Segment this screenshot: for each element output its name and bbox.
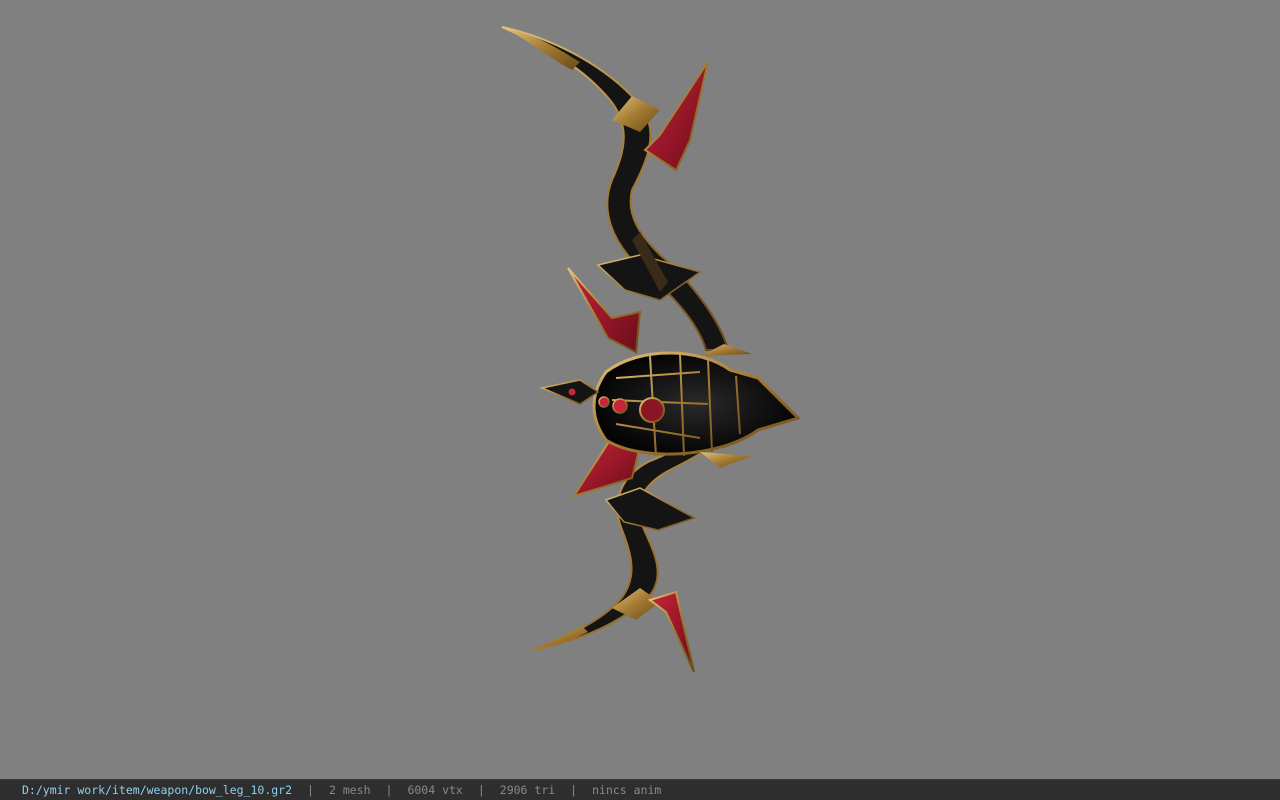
bow-grip	[539, 344, 801, 468]
separator: |	[385, 783, 393, 797]
upper-limb	[501, 26, 730, 354]
separator: |	[477, 783, 485, 797]
mesh-count: 2 mesh	[328, 783, 371, 797]
triangle-count: 2906 tri	[499, 783, 556, 797]
bow-model	[501, 26, 801, 673]
lower-limb	[531, 426, 732, 673]
model-viewport[interactable]	[0, 0, 1280, 779]
file-path: D:/ymir work/item/weapon/bow_leg_10.gr2	[22, 783, 293, 797]
animation-status: nincs anim	[592, 783, 662, 797]
separator: |	[307, 783, 314, 797]
vertex-count: 6004 vtx	[407, 783, 463, 797]
separator: |	[570, 783, 578, 797]
status-bar: D:/ymir work/item/weapon/bow_leg_10.gr2 …	[0, 779, 1280, 800]
